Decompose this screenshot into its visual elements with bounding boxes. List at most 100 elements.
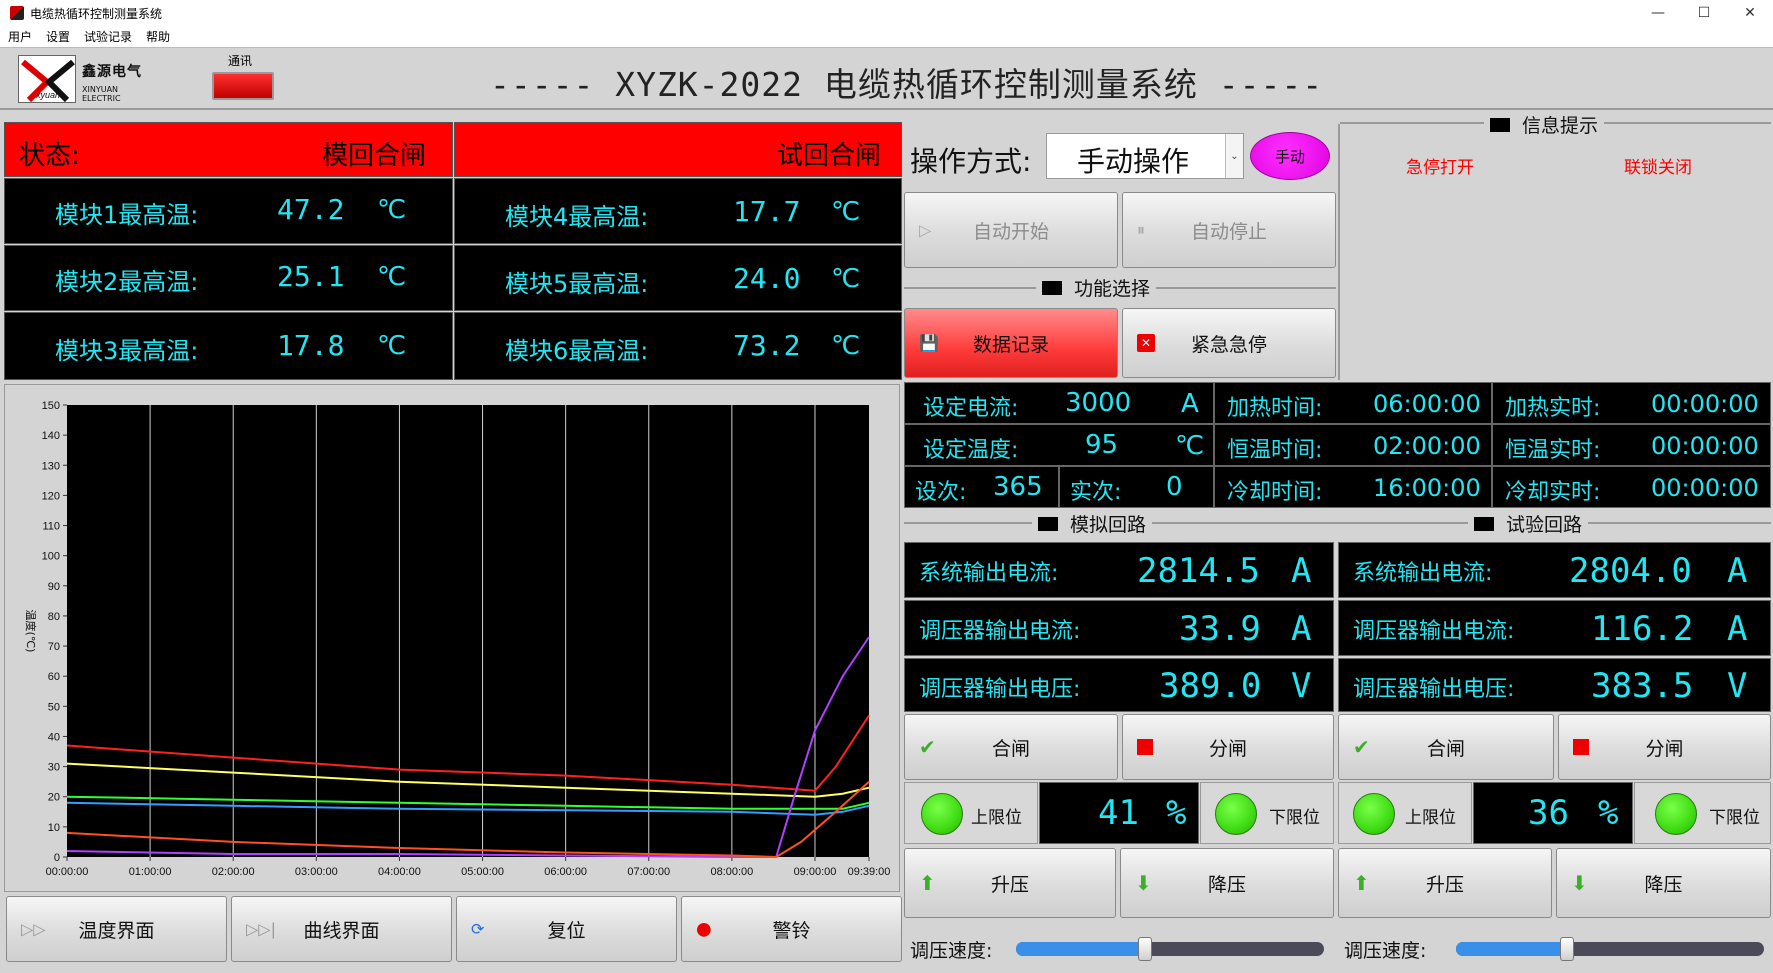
close-button[interactable]: ✕ (1727, 0, 1773, 26)
sim-reg-current-label: 调压器输出电流: (919, 619, 1081, 644)
test-lower-limit-box: 下限位 (1634, 782, 1771, 844)
alarm-button[interactable]: ● 警铃 (681, 896, 902, 962)
menu-help[interactable]: 帮助 (146, 28, 170, 45)
record-dot-icon: ● (696, 918, 712, 940)
y-tick-label: 60 (48, 671, 60, 683)
sim-reg-voltage-cell: 调压器输出电压: 389.0 V (904, 658, 1334, 712)
module6-cell: 模块6最高温: 73.2 ℃ (454, 312, 902, 380)
test-raise-button[interactable]: ⬆ 升压 (1338, 848, 1552, 918)
right-status-value: 试回合闸 (776, 141, 881, 171)
test-percent-unit: % (1598, 793, 1619, 833)
sim-sys-current-unit: A (1291, 551, 1312, 591)
test-close-button[interactable]: ✔ 合闸 (1338, 714, 1554, 780)
chevron-down-icon[interactable]: ⌄ (1225, 134, 1243, 178)
sim-percent-value: 41 (1098, 793, 1139, 833)
sim-open-button[interactable]: 分闸 (1122, 714, 1334, 780)
brand-name-en: XINYUAN ELECTRIC (82, 85, 121, 103)
comm-status-led (212, 72, 274, 100)
sim-reg-voltage-label: 调压器输出电压: (919, 677, 1081, 702)
module3-unit: ℃ (377, 331, 407, 361)
x-tick-label: 01:00:00 (129, 866, 172, 878)
hold-time-cell: 恒温时间: 02:00:00 (1214, 424, 1492, 466)
arrow-up-icon: ⬆ (919, 871, 936, 895)
menu-settings[interactable]: 设置 (46, 28, 70, 45)
sim-lower-button[interactable]: ⬇ 降压 (1120, 848, 1334, 918)
maximize-button[interactable]: ☐ (1681, 0, 1727, 26)
data-record-button[interactable]: 💾 数据记录 (904, 308, 1118, 378)
test-upper-limit-led (1353, 793, 1395, 835)
test-open-button[interactable]: 分闸 (1558, 714, 1771, 780)
operation-mode-select[interactable]: 手动操作 ⌄ (1046, 133, 1244, 179)
module2-cell: 模块2最高温: 25.1 ℃ (4, 245, 453, 311)
sim-sys-current-cell: 系统输出电流: 2814.5 A (904, 542, 1334, 598)
sim-speed-knob[interactable] (1138, 937, 1152, 961)
sim-sys-current-label: 系统输出电流: (919, 561, 1059, 586)
play-icon: ▷ (919, 220, 932, 240)
auto-stop-button[interactable]: ⏸ 自动停止 (1122, 192, 1336, 268)
save-icon: 💾 (919, 333, 939, 353)
y-tick-label: 80 (48, 611, 60, 623)
sim-raise-label: 升压 (990, 873, 1029, 896)
emergency-stop-label: 紧急急停 (1190, 333, 1267, 356)
curve-view-button[interactable]: ▷▷| 曲线界面 (231, 896, 452, 962)
sim-close-button[interactable]: ✔ 合闸 (904, 714, 1118, 780)
sim-lower-limit-led (1215, 793, 1257, 835)
emergency-stop-button[interactable]: ✕ 紧急急停 (1122, 308, 1336, 378)
set-current-cell: 设定电流: 3000 A (904, 382, 1214, 424)
menu-user[interactable]: 用户 (8, 28, 32, 45)
y-tick-label: 120 (42, 490, 60, 502)
window-title: 电缆热循环控制测量系统 (30, 6, 163, 21)
temp-view-button[interactable]: ▷▷ 温度界面 (6, 896, 227, 962)
x-tick-label: 07:00:00 (627, 866, 670, 878)
chart-svg: 0 10 20 30 40 50 60 70 80 90 100 110 120 130 140 150 00:… (24, 400, 890, 878)
test-lower-button[interactable]: ⬇ 降压 (1556, 848, 1771, 918)
module2-unit: ℃ (377, 262, 407, 292)
menu-test-records[interactable]: 试验记录 (84, 28, 132, 45)
arrow-down-icon: ⬇ (1135, 871, 1152, 895)
set-count-label: 设次: (915, 480, 967, 505)
set-temp-cell: 设定温度: 95 ℃ (904, 424, 1214, 466)
hold-real-cell: 恒温实时: 00:00:00 (1492, 424, 1771, 466)
operation-label: 操作方式: (910, 145, 1032, 178)
x-tick-label: 06:00:00 (544, 866, 587, 878)
test-reg-current-unit: A (1727, 609, 1748, 649)
sim-percent-unit: % (1166, 793, 1187, 833)
set-temp-value: 95 (1085, 430, 1119, 460)
test-reg-current-label: 调压器输出电流: (1353, 619, 1515, 644)
module4-label: 模块4最高温: (505, 203, 649, 231)
test-speed-fill (1456, 942, 1567, 956)
y-tick-label: 40 (48, 731, 60, 743)
heat-real-cell: 加热实时: 00:00:00 (1492, 382, 1771, 424)
module4-cell: 模块4最高温: 17.7 ℃ (454, 178, 902, 244)
test-speed-knob[interactable] (1560, 937, 1574, 961)
module6-value: 73.2 (733, 329, 801, 362)
set-current-unit: A (1181, 389, 1199, 419)
module1-cell: 模块1最高温: 47.2 ℃ (4, 178, 453, 244)
sim-raise-button[interactable]: ⬆ 升压 (904, 848, 1116, 918)
module1-value: 47.2 (277, 193, 345, 226)
y-tick-label: 30 (48, 762, 60, 774)
section-marker-icon (1474, 516, 1494, 531)
brand-name-cn: 鑫源电气 (82, 64, 142, 80)
test-reg-voltage-cell: 调压器输出电压: 383.5 V (1338, 658, 1771, 712)
auto-start-button[interactable]: ▷ 自动开始 (904, 192, 1118, 268)
test-percent-value: 36 (1528, 793, 1569, 833)
reset-button[interactable]: ⟳ 复位 (456, 896, 677, 962)
test-sys-current-cell: 系统输出电流: 2804.0 A (1338, 542, 1771, 598)
cool-real-cell: 冷却实时: 00:00:00 (1492, 466, 1771, 508)
svg-text:xyuan: xyuan (35, 90, 60, 100)
set-temp-unit: ℃ (1175, 431, 1205, 461)
real-count-label: 实次: (1070, 480, 1122, 505)
test-loop-title: 试验回路 (1468, 510, 1589, 537)
minimize-button[interactable]: — (1635, 0, 1681, 26)
module4-unit: ℃ (831, 197, 861, 227)
module1-label: 模块1最高温: (55, 201, 199, 229)
x-tick-label: 00:00:00 (46, 866, 89, 878)
test-reg-voltage-value: 383.5 (1591, 666, 1694, 706)
stop-x-icon: ✕ (1137, 334, 1155, 352)
status-label: 状态: (19, 141, 80, 171)
sim-sys-current-value: 2814.5 (1137, 551, 1260, 591)
test-lower-limit-led (1655, 793, 1697, 835)
y-tick-label: 10 (48, 822, 60, 834)
info-title: 信息提示 (1484, 111, 1605, 138)
